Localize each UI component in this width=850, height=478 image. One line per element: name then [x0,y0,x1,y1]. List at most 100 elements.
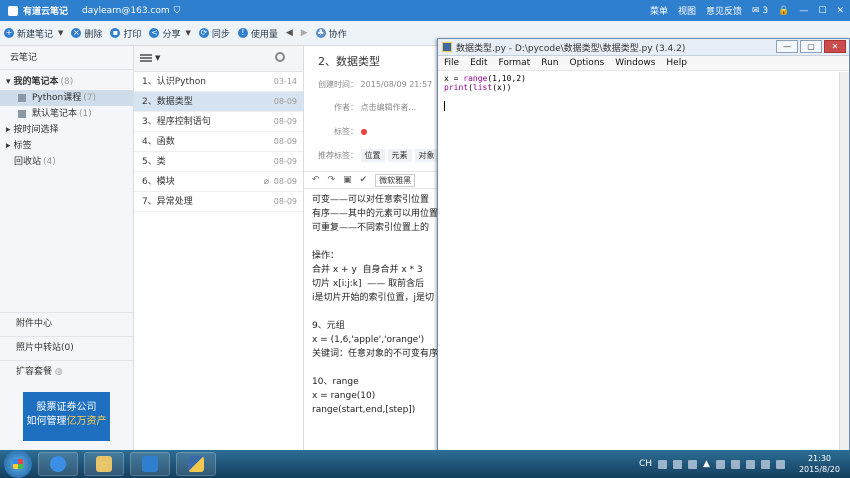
delete-button[interactable]: × 删除 [71,27,102,40]
minimize-button[interactable]: — [799,6,808,16]
clock[interactable]: 21:30 2015/8/20 [799,453,840,475]
note-line [312,361,438,375]
tag-icon[interactable]: ● [361,127,368,136]
tray-icon[interactable] [688,459,698,469]
taskbar-explorer[interactable] [84,452,124,476]
menu-options[interactable]: Options [569,58,604,68]
collab-button[interactable]: ♣ 协作 [315,27,347,40]
sidebar-item-by-time[interactable]: ▸ 按时间选择 [0,122,133,138]
note-title[interactable]: 2、数据类型 [318,53,380,69]
list-menu-icon[interactable] [140,54,152,62]
chevron-down-icon[interactable]: ▼ [58,29,63,37]
back-button[interactable]: ◀ [286,28,293,38]
clear-format-icon[interactable]: ▣ [343,175,352,185]
feedback-button[interactable]: 意见反馈 [706,4,742,17]
sidebar-item-python-course[interactable]: Python课程 (7) [0,90,133,106]
taskbar-python-idle[interactable] [176,452,216,476]
list-item[interactable]: 4、函数 08-09 [134,132,303,152]
lock-icon[interactable]: 🔒 [778,6,789,16]
author-label: 作者： [334,103,358,112]
menu-format[interactable]: Format [499,58,531,68]
list-item[interactable]: 2、数据类型 08-09 [134,92,303,112]
ad-banner[interactable]: 股票证券公司 如何管理亿万资产 [23,392,110,441]
undo-icon[interactable]: ↶ [312,175,320,185]
idle-maximize-button[interactable]: ▢ [800,40,822,53]
sidebar-item-my-notebooks[interactable]: ▾ 我的笔记本 (8) [0,74,133,90]
system-tray: CH ▲ 21:30 2015/8/20 [639,450,850,478]
note-line [312,235,438,249]
rec-tag[interactable]: 位置 [360,149,385,162]
menu-help[interactable]: Help [666,58,687,68]
list-item[interactable]: 6、模块 ⌀ 08-09 [134,172,303,192]
sidebar-item-default-notebook[interactable]: 默认笔记本 (1) [0,106,133,122]
sidebar-item-tags[interactable]: ▸ 标签 [0,138,133,154]
photo-transfer[interactable]: 照片中转站(0) [0,336,134,358]
taskbar-youdao-note[interactable] [130,452,170,476]
mail-button[interactable]: ✉ 3 [752,6,768,16]
menu-button[interactable]: 菜单 [650,4,668,17]
network-icon[interactable] [760,459,770,469]
expand-icon[interactable]: ▸ [6,138,11,154]
menu-windows[interactable]: Windows [615,58,655,68]
expand-icon[interactable]: ▾ [6,74,11,90]
taskbar: CH ▲ 21:30 2015/8/20 [0,450,850,478]
expand-package[interactable]: 扩容套餐 ◍ [0,360,134,382]
sync-button[interactable]: ⟳ 同步 [198,27,230,40]
forward-button[interactable]: ▶ [301,28,308,38]
note-line: 有序——其中的元素可以用位置 [312,209,438,219]
tray-icon[interactable] [673,459,683,469]
plus-icon: + [4,28,14,38]
rec-tag[interactable]: 元素 [387,149,412,162]
tray-icon[interactable] [658,459,668,469]
list-item[interactable]: 1、认识Python 03-14 [134,72,303,92]
idle-scrollbar[interactable] [839,72,849,452]
list-item[interactable]: 7、异常处理 08-09 [134,192,303,212]
view-button[interactable]: 视图 [678,4,696,17]
taskbar-ie[interactable] [38,452,78,476]
idle-close-button[interactable]: ✕ [824,40,846,53]
list-item[interactable]: 3、程序控制语句 08-09 [134,112,303,132]
python-icon [442,42,452,52]
note-line: 操作： [312,251,340,261]
tray-icon[interactable] [745,459,755,469]
search-icon[interactable] [275,52,285,62]
new-note-button[interactable]: + 新建笔记 ▼ [4,27,63,40]
chevron-down-icon[interactable]: ▼ [185,29,190,37]
menu-file[interactable]: File [444,58,459,68]
attachments-center[interactable]: 附件中心 [0,312,134,334]
sidebar-item-recycle[interactable]: 回收站 (4) [0,154,133,170]
expand-icon[interactable]: ▸ [6,122,11,138]
chevron-down-icon[interactable]: ▼ [155,54,160,62]
code-editor[interactable]: x = range(1,10,2) print(list(x)) [438,71,849,114]
share-button[interactable]: < 分享 ▼ [149,27,191,40]
usage-button[interactable]: ! 使用量 [237,27,278,40]
maximize-button[interactable]: ☐ [818,6,826,16]
rec-tag[interactable]: 对象 [414,149,438,162]
idle-minimize-button[interactable]: — [776,40,798,53]
author-field[interactable]: 点击编辑作者... [361,103,417,112]
list-item[interactable]: 5、类 08-09 [134,152,303,172]
sync-label: 同步 [211,29,230,40]
menu-edit[interactable]: Edit [470,58,487,68]
print-button[interactable]: ▪ 打印 [110,27,141,40]
format-brush-icon[interactable]: ✔ [360,175,368,185]
start-button[interactable] [4,450,32,478]
flag-icon[interactable] [715,459,725,469]
show-hidden-icon[interactable]: ▲ [703,459,710,469]
note-date: 08-09 [273,117,297,126]
created-label: 创建时间： [318,80,358,89]
redo-icon[interactable]: ↷ [328,175,336,185]
note-body[interactable]: 可变——可以对任意索引位置 有序——其中的元素可以用位置 可重复——不同索引位置上的… [312,193,438,417]
ime-indicator[interactable]: CH [639,459,652,469]
close-button[interactable]: ✕ [836,6,844,16]
notes-list: 1、认识Python 03-14 2、数据类型 08-09 3、程序控制语句 08-09 4… [134,72,303,212]
font-select[interactable]: 微软雅黑 [375,173,416,187]
account-label[interactable]: daylearn@163.com [82,6,170,16]
tray-icon[interactable] [730,459,740,469]
note-title: 2、数据类型 [142,97,193,107]
volume-icon[interactable] [775,459,785,469]
app-logo-icon [8,5,18,16]
mail-count: 3 [762,5,769,16]
menu-run[interactable]: Run [541,58,558,68]
collab-icon: ♣ [315,28,326,38]
